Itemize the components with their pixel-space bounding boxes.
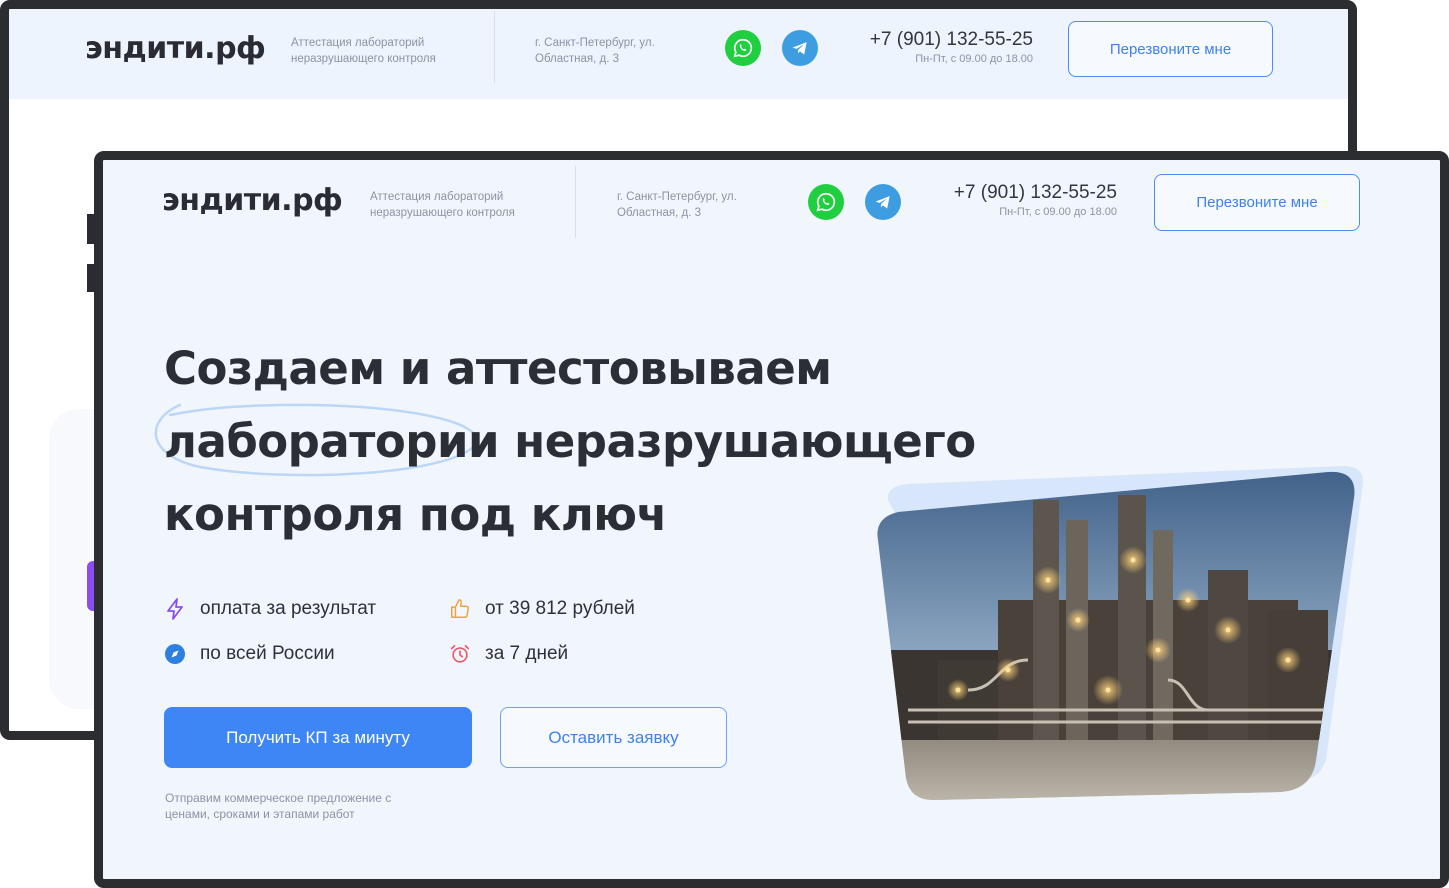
feature-payment: оплата за результат bbox=[164, 598, 376, 620]
offer-note: Отправим коммерческое предложение с цена… bbox=[165, 791, 392, 821]
feature-label: за 7 дней bbox=[485, 643, 569, 664]
feature-geography: по всей России bbox=[164, 643, 335, 665]
back-tagline: Аттестация лабораторий неразрушающего ко… bbox=[291, 37, 436, 65]
compass-icon bbox=[164, 643, 186, 665]
front-phone-number[interactable]: +7 (901) 132-55-25 bbox=[925, 182, 1117, 204]
whatsapp-icon[interactable] bbox=[725, 30, 761, 66]
telegram-icon[interactable] bbox=[782, 30, 818, 66]
front-callback-button[interactable]: Перезвоните мне bbox=[1154, 174, 1360, 231]
front-window: эндити.рф Аттестация лабораторий неразру… bbox=[94, 151, 1449, 888]
back-header: эндити.рф Аттестация лабораторий неразру… bbox=[9, 9, 1348, 99]
whatsapp-icon[interactable] bbox=[808, 184, 844, 220]
front-phone[interactable]: +7 (901) 132-55-25 Пн-Пт, с 09.00 до 18.… bbox=[925, 182, 1117, 218]
lightning-icon bbox=[164, 598, 186, 620]
front-logo[interactable]: эндити.рф bbox=[162, 183, 343, 218]
telegram-icon[interactable] bbox=[865, 184, 901, 220]
thumbs-up-icon bbox=[449, 598, 471, 620]
leave-request-button[interactable]: Оставить заявку bbox=[500, 707, 727, 768]
back-hours: Пн-Пт, с 09.00 до 18.00 bbox=[915, 53, 1033, 65]
front-tagline: Аттестация лабораторий неразрушающего ко… bbox=[370, 191, 515, 219]
feature-price: от 39 812 рублей bbox=[449, 598, 635, 620]
hero-title-line1: Создаем и аттестовываем bbox=[164, 342, 832, 395]
hero-title-highlight: лаборатории bbox=[154, 403, 500, 478]
feature-label: оплата за результат bbox=[200, 598, 377, 619]
hero-title-highlight-text: лаборатории bbox=[164, 415, 500, 468]
front-header-divider bbox=[575, 166, 576, 238]
refinery-photo bbox=[848, 460, 1408, 820]
get-offer-button[interactable]: Получить КП за минуту bbox=[164, 707, 472, 768]
back-phone-number[interactable]: +7 (901) 132-55-25 bbox=[841, 29, 1033, 51]
front-address: г. Санкт-Петербург, ул. Областная, д. 3 bbox=[617, 191, 737, 219]
back-callback-button[interactable]: Перезвоните мне bbox=[1068, 21, 1273, 77]
back-logo[interactable]: эндити.рф bbox=[85, 31, 266, 66]
front-header: эндити.рф Аттестация лабораторий неразру… bbox=[103, 160, 1440, 250]
stage: эндити.рф Аттестация лабораторий неразру… bbox=[0, 0, 1449, 888]
feature-timing: за 7 дней bbox=[449, 643, 568, 665]
back-address: г. Санкт-Петербург, ул. Областная, д. 3 bbox=[535, 37, 655, 65]
feature-label: по всей России bbox=[200, 643, 335, 664]
back-header-divider bbox=[494, 11, 495, 83]
back-phone[interactable]: +7 (901) 132-55-25 Пн-Пт, с 09.00 до 18.… bbox=[841, 29, 1033, 65]
feature-label: от 39 812 рублей bbox=[485, 598, 635, 619]
alarm-clock-icon bbox=[449, 643, 471, 665]
hero-title-line3: контроля под ключ bbox=[164, 488, 667, 541]
front-hours: Пн-Пт, с 09.00 до 18.00 bbox=[999, 206, 1117, 218]
